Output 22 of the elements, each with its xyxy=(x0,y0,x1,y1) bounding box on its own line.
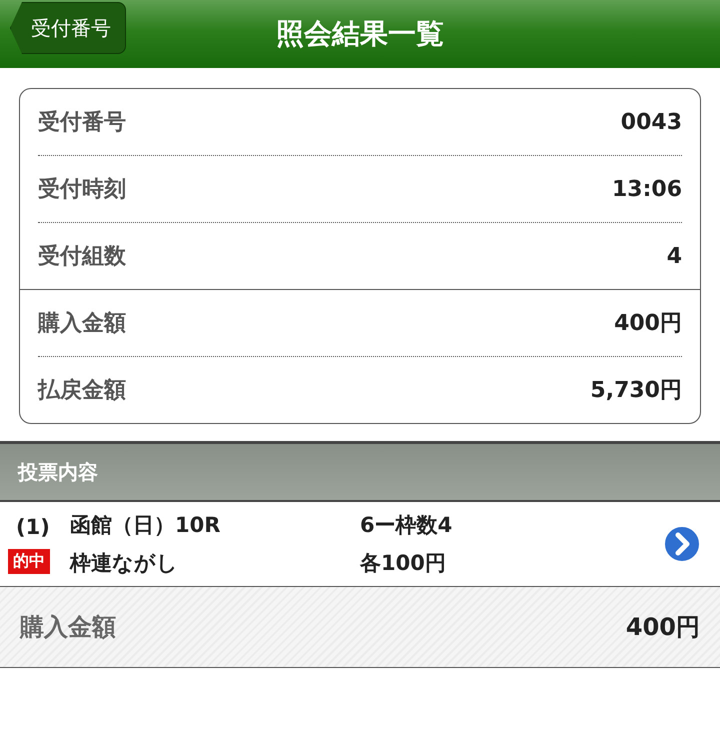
summary-label: 購入金額 xyxy=(38,310,126,338)
summary-label: 受付時刻 xyxy=(38,176,126,204)
summary-value: 5,730円 xyxy=(590,377,682,405)
summary-value: 0043 xyxy=(620,110,682,134)
section-title: 投票内容 xyxy=(18,458,98,486)
total-label: 購入金額 xyxy=(20,612,116,643)
hit-badge: 的中 xyxy=(8,548,50,574)
bet-amount: 各100円 xyxy=(360,550,447,577)
summary-label: 受付番号 xyxy=(38,109,126,137)
bet-number: (1) xyxy=(15,514,50,538)
chevron-right-icon[interactable] xyxy=(662,524,702,564)
summary-value: 400円 xyxy=(614,310,682,338)
page-title: 照会結果一覧 xyxy=(276,16,444,52)
total-value: 400円 xyxy=(626,612,700,643)
summary-value: 4 xyxy=(666,244,682,268)
summary-label: 受付組数 xyxy=(38,243,126,271)
summary-value: 13:06 xyxy=(612,176,682,202)
bet-type: 枠連ながし xyxy=(70,550,179,577)
back-button[interactable]: 受付番号 xyxy=(10,2,126,54)
bet-combination: 6ー枠数4 xyxy=(360,512,454,539)
summary-label: 払戻金額 xyxy=(38,377,126,405)
race-name: 函館（日）10R xyxy=(70,512,222,539)
